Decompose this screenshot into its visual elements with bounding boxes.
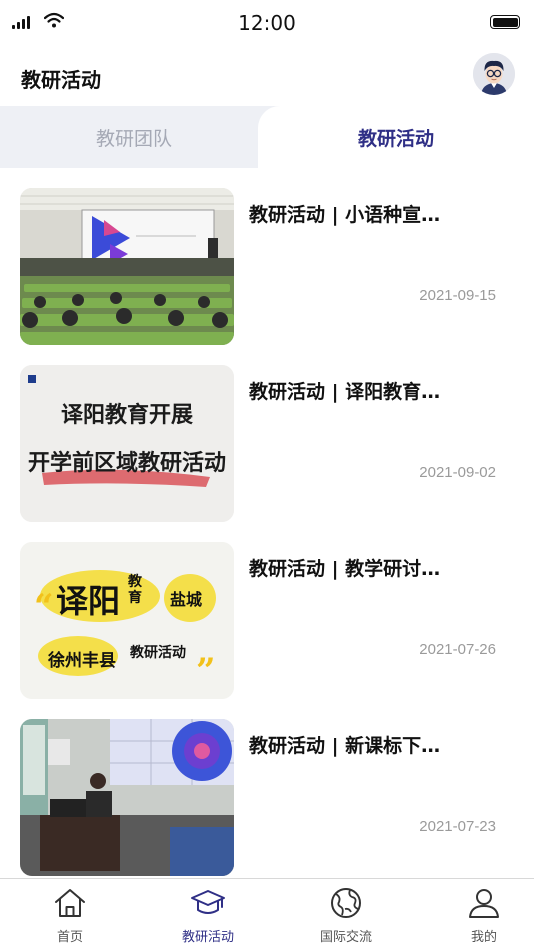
tab-research-activities[interactable]: 教研活动 <box>258 106 534 168</box>
activity-title: 教研活动 | 教学研讨… <box>249 558 441 580</box>
activity-date: 2021-07-26 <box>419 641 496 658</box>
activity-date: 2021-07-23 <box>419 818 496 835</box>
banner-line-2: 开学前区域教研活动 <box>27 450 226 476</box>
svg-text:”: ” <box>196 651 216 691</box>
activity-title: 教研活动 | 小语种宣… <box>249 204 441 226</box>
banner-background <box>20 365 234 522</box>
classroom-photo <box>20 719 234 876</box>
graduation-cap-icon <box>191 890 225 914</box>
nav-research-activities[interactable]: 教研活动 <box>148 879 268 950</box>
activity-title: 教研活动 | 新课标下… <box>249 735 441 757</box>
activity-date: 2021-09-02 <box>419 464 496 481</box>
activity-card[interactable]: 译阳教育开展 开学前区域教研活动 教研活动 | 译阳教育… 2021-09-02 <box>0 365 534 523</box>
nav-profile[interactable]: 我的 <box>424 879 534 950</box>
poster-yancheng: 盐城 <box>170 590 203 609</box>
activity-card[interactable]: 教研活动 | 新课标下… 2021-07-23 <box>0 719 534 877</box>
activity-card[interactable]: 教研活动 | 小语种宣… 2021-09-15 <box>0 188 534 346</box>
tab-research-team[interactable]: 教研团队 <box>0 106 268 168</box>
activity-thumbnail <box>20 188 234 345</box>
svg-text:“: “ <box>34 587 54 627</box>
lecture-hall-photo <box>20 188 234 345</box>
poster-education: 教育 <box>128 574 142 606</box>
nav-home-label: 首页 <box>56 930 83 945</box>
app-header: 教研活动 <box>0 46 534 106</box>
poster-background: “ ” <box>20 542 234 699</box>
user-icon <box>469 889 499 918</box>
user-avatar[interactable] <box>473 53 515 95</box>
activity-thumbnail <box>20 719 234 876</box>
home-icon <box>55 889 85 917</box>
tab-bar: 教研团队 教研活动 <box>0 106 534 168</box>
nav-home[interactable]: 首页 <box>10 879 130 950</box>
poster-xuzhou: 徐州丰县 <box>48 651 116 671</box>
status-time: 12:00 <box>238 11 296 35</box>
nav-international-exchange-label: 国际交流 <box>319 930 372 945</box>
activity-card[interactable]: “ ” 译阳 教育 盐城 徐州丰县 教研活动 教研活动 | 教学研讨… 2021… <box>0 542 534 700</box>
poster-yiyang: 译阳 <box>56 582 121 620</box>
nav-profile-label: 我的 <box>470 930 497 945</box>
banner-line-1: 译阳教育开展 <box>60 402 193 428</box>
activity-title: 教研活动 | 译阳教育… <box>249 381 441 403</box>
activity-thumbnail: “ ” 译阳 教育 盐城 徐州丰县 教研活动 <box>20 542 234 699</box>
page-title: 教研活动 <box>21 68 101 92</box>
user-avatar-icon <box>473 53 515 95</box>
activity-date: 2021-09-15 <box>419 287 496 304</box>
nav-research-activities-label: 教研活动 <box>181 930 234 945</box>
battery-icon <box>490 15 520 29</box>
status-bar: 12:00 <box>0 0 534 46</box>
activity-thumbnail: 译阳教育开展 开学前区域教研活动 <box>20 365 234 522</box>
nav-international-exchange[interactable]: 国际交流 <box>286 879 406 950</box>
bottom-navigation: 首页 教研活动 国际交流 我的 <box>0 878 534 950</box>
poster-activity: 教研活动 <box>130 645 186 661</box>
globe-icon <box>331 888 361 918</box>
